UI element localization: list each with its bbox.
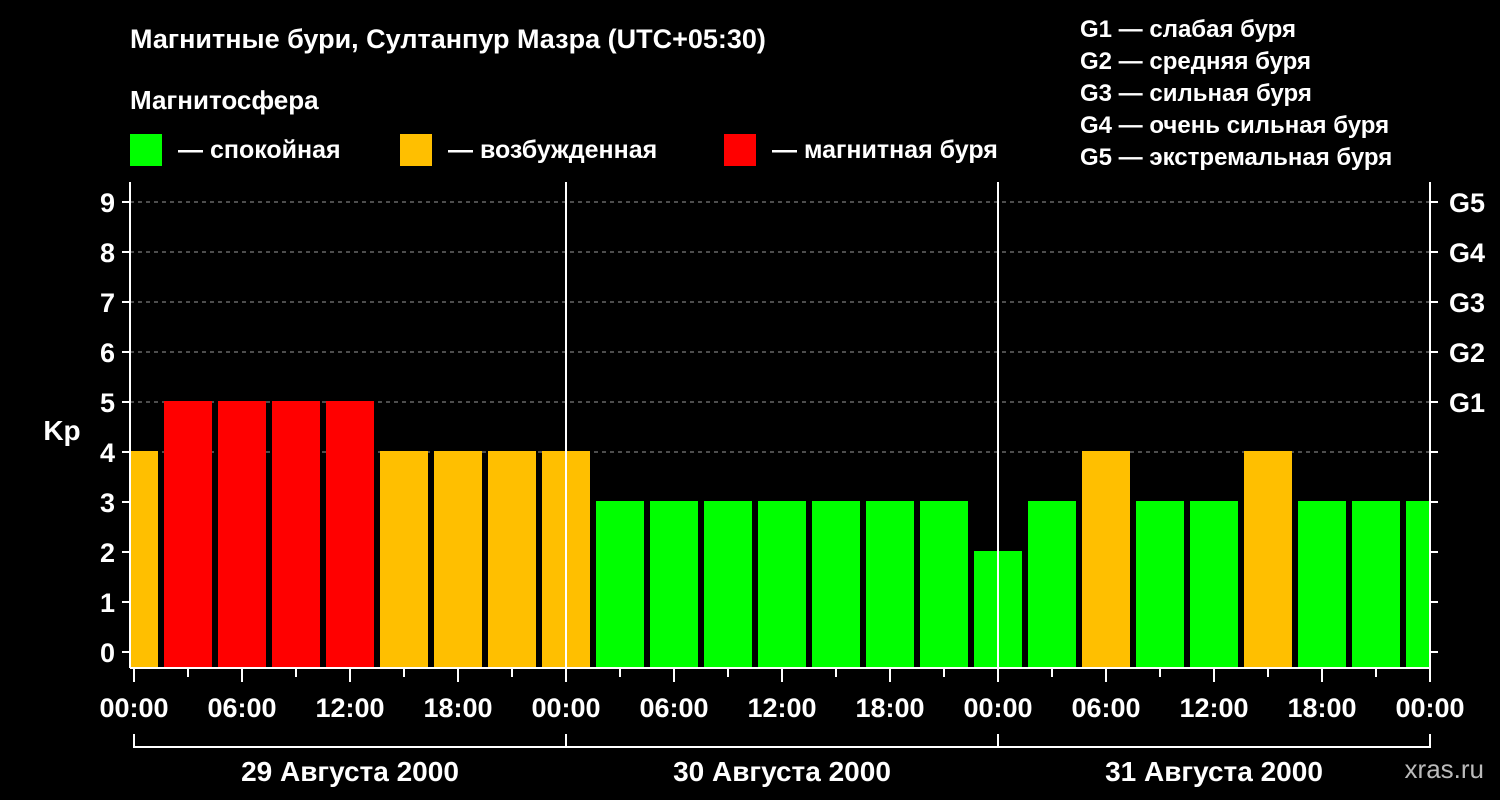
x-tick-label: 12:00 [747, 693, 816, 723]
legend-heading: Магнитосфера [130, 85, 319, 115]
x-tick-label: 00:00 [99, 693, 168, 723]
y-tick-label: 8 [100, 238, 115, 268]
x-tick-label: 00:00 [963, 693, 1032, 723]
kp-bar [920, 501, 968, 668]
g-level-label: G4 [1449, 238, 1485, 268]
day-label: 30 Августа 2000 [673, 756, 891, 787]
kp-bar [1298, 501, 1346, 668]
kp-bar [704, 501, 752, 668]
bars [131, 401, 1430, 668]
y-tick-label: 6 [100, 338, 115, 368]
kp-bar [164, 401, 212, 668]
g-level-label: G2 [1449, 338, 1485, 368]
kp-bar [1028, 501, 1076, 668]
kp-chart: Магнитные бури, Султанпур Мазра (UTC+05:… [43, 16, 1485, 787]
g-legend-g2: G2 — средняя буря [1080, 48, 1311, 75]
g-legend-g1: G1 — слабая буря [1080, 16, 1296, 43]
kp-bar [758, 501, 806, 668]
x-tick-label: 06:00 [639, 693, 708, 723]
kp-bar [272, 401, 320, 668]
y-tick-label: 2 [100, 538, 115, 568]
kp-bar [434, 451, 482, 668]
y-tick-label: 1 [100, 588, 115, 618]
legend-swatch-storm [724, 134, 756, 166]
kp-bar [131, 451, 158, 668]
g-level-label: G3 [1449, 288, 1485, 318]
kp-bar [1136, 501, 1184, 668]
g-level-label: G1 [1449, 388, 1485, 418]
g-legend-g4: G4 — очень сильная буря [1080, 112, 1389, 139]
legend-swatch-active [400, 134, 432, 166]
x-tick-label: 00:00 [1395, 693, 1464, 723]
watermark: xras.ru [1405, 754, 1484, 784]
y-tick-label: 5 [100, 388, 115, 418]
legend-label-storm: — магнитная буря [772, 136, 998, 164]
y-tick-label: 0 [100, 638, 115, 668]
day-label: 31 Августа 2000 [1105, 756, 1323, 787]
kp-bar [812, 501, 860, 668]
x-tick-label: 18:00 [423, 693, 492, 723]
y-tick-label: 4 [100, 438, 115, 468]
chart-title: Магнитные бури, Султанпур Мазра (UTC+05:… [130, 24, 766, 54]
x-tick-label: 12:00 [1179, 693, 1248, 723]
y-tick-label: 7 [100, 288, 115, 318]
kp-bar [1244, 451, 1292, 668]
y-tick-label: 3 [100, 488, 115, 518]
kp-bar [650, 501, 698, 668]
kp-bar [596, 501, 644, 668]
x-tick-label: 06:00 [1071, 693, 1140, 723]
legend-swatch-quiet [130, 134, 162, 166]
kp-bar [326, 401, 374, 668]
legend-label-active: — возбужденная [448, 136, 657, 164]
x-tick-label: 18:00 [1287, 693, 1356, 723]
x-tick-label: 00:00 [531, 693, 600, 723]
g-level-label: G5 [1449, 188, 1485, 218]
kp-bar [1352, 501, 1400, 668]
plot-area: 0 1 2 3 4 5 6 7 8 9 G1 G2 G3 G4 G5 00:00 06:00 12:00 18:00… [99, 182, 1485, 787]
kp-bar [218, 401, 266, 668]
y-tick-label: 9 [100, 188, 115, 218]
kp-bar [488, 451, 536, 668]
kp-bar [866, 501, 914, 668]
x-tick-label: 12:00 [315, 693, 384, 723]
g-legend-g3: G3 — сильная буря [1080, 80, 1312, 107]
y-axis-title: Kp [43, 415, 80, 446]
g-legend-g5: G5 — экстремальная буря [1080, 144, 1392, 171]
kp-bar [1190, 501, 1238, 668]
day-label: 29 Августа 2000 [241, 756, 459, 787]
kp-bar [380, 451, 428, 668]
legend-label-quiet: — спокойная [178, 136, 341, 164]
x-tick-label: 06:00 [207, 693, 276, 723]
kp-bar [1082, 451, 1130, 668]
x-tick-label: 18:00 [855, 693, 924, 723]
